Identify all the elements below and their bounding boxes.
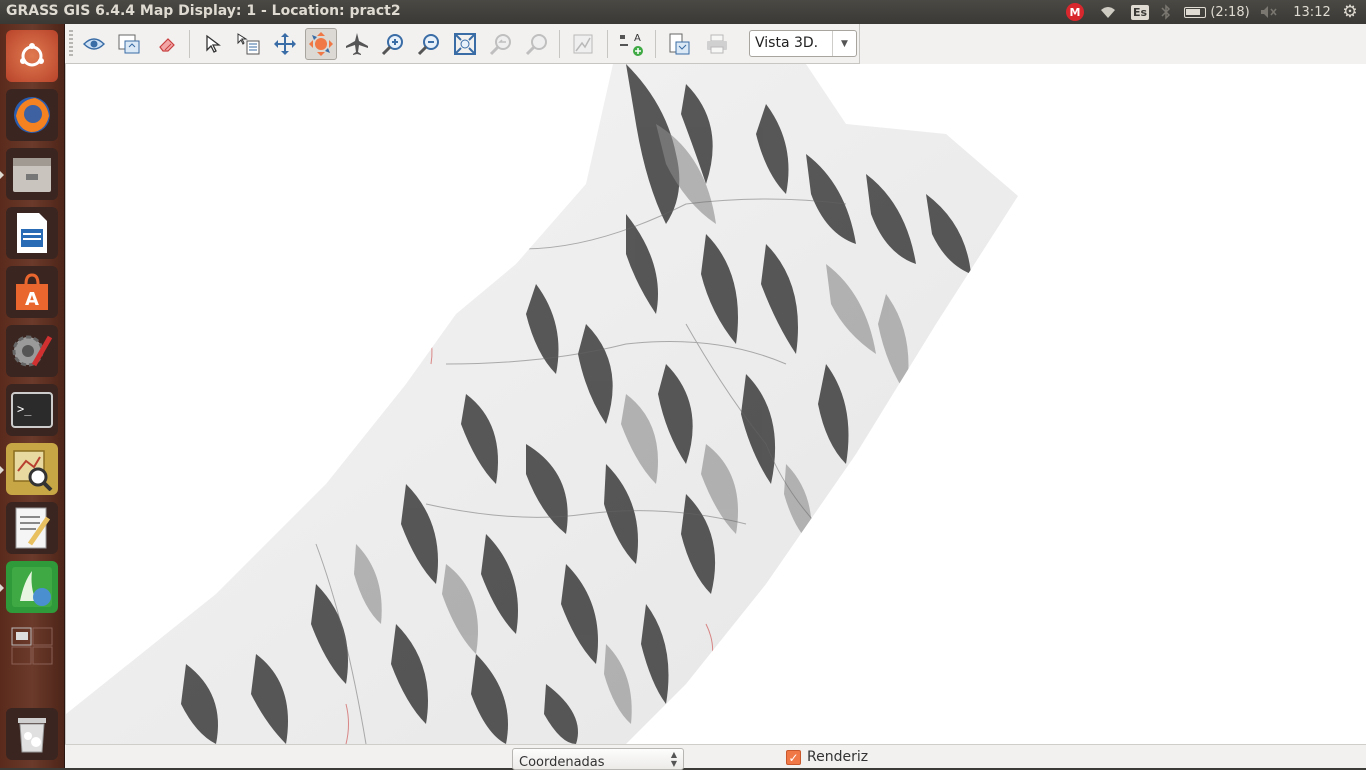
battery-indicator[interactable]: (2:18) [1182,0,1252,24]
keyboard-layout-label: Es [1130,4,1150,20]
clock[interactable]: 13:12 [1290,0,1334,24]
wifi-icon[interactable] [1096,0,1120,24]
zoom-extent-icon[interactable] [449,28,481,60]
firefox-icon[interactable] [6,89,58,141]
view-mode-select[interactable]: Vista 3D. ▼ [749,30,857,57]
session-gear-icon[interactable]: ⚙ [1340,0,1360,24]
launcher: A >_ [0,24,65,768]
zoom-out-icon[interactable] [413,28,445,60]
pan-icon[interactable] [269,28,301,60]
battery-time: (2:18) [1210,4,1250,20]
spinner-arrows-icon[interactable]: ▲ ▼ [671,750,677,768]
pointer-icon[interactable] [197,28,229,60]
rotate-3d-icon[interactable] [305,28,337,60]
render-map-icon[interactable] [113,28,145,60]
coordinates-mode-select[interactable]: Coordenadas ▲ ▼ [512,748,684,770]
toolbar-separator [559,30,560,58]
toolbar-grip[interactable] [69,30,73,58]
overlay-icon[interactable]: A [615,28,647,60]
keyboard-layout-indicator[interactable]: Es [1130,0,1150,24]
trash-icon[interactable] [6,708,58,760]
render-checkbox[interactable]: ✓ [786,750,801,765]
view-mode-value: Vista 3D. [755,35,819,51]
map-canvas[interactable] [65,64,1366,744]
toolbar-separator [655,30,656,58]
volume-muted-icon[interactable] [1258,0,1280,24]
running-indicator [0,171,4,179]
toolbar-separator [189,30,190,58]
mega-sync-icon[interactable]: M [1064,0,1086,24]
system-settings-icon[interactable] [6,325,58,377]
svg-text:>_: >_ [17,402,32,416]
software-center-icon[interactable]: A [6,266,58,318]
top-panel: GRASS GIS 6.4.4 Map Display: 1 - Locatio… [0,0,1366,24]
query-icon[interactable] [233,28,265,60]
toolbar-empty-area [860,24,1366,64]
files-icon[interactable] [6,148,58,200]
fly-through-icon[interactable] [341,28,373,60]
map-toolbar: A Vista 3D. ▼ [65,24,860,64]
status-bar: Coordenadas ▲ ▼ ✓ Renderiz [65,744,1366,770]
terminal-icon[interactable]: >_ [6,384,58,436]
toolbar-separator [607,30,608,58]
svg-text:A: A [634,33,641,44]
ubuntu-dash-icon[interactable] [6,30,58,82]
text-editor-icon[interactable] [6,502,58,554]
grass-map-display-icon[interactable] [6,443,58,495]
shaded-relief-map [66,64,1018,744]
grass-gis-icon[interactable] [6,561,58,613]
libreoffice-writer-icon[interactable] [6,207,58,259]
workspace-switcher-icon[interactable] [6,620,58,672]
bluetooth-icon[interactable] [1158,0,1174,24]
render-label: Renderiz [807,749,869,765]
window-title: GRASS GIS 6.4.4 Map Display: 1 - Locatio… [6,3,401,19]
print-icon[interactable] [701,28,733,60]
running-indicator [0,466,4,474]
battery-icon [1184,6,1207,18]
save-image-icon[interactable] [663,28,695,60]
analyze-icon[interactable] [567,28,599,60]
zoom-in-icon[interactable] [377,28,409,60]
svg-text:A: A [25,289,39,310]
chevron-down-icon[interactable]: ▼ [832,31,856,56]
zoom-menu-icon[interactable] [521,28,553,60]
display-map-icon[interactable] [78,28,110,60]
zoom-back-icon[interactable] [485,28,517,60]
running-indicator [0,584,4,592]
mega-letter: M [1066,3,1084,21]
erase-display-icon[interactable] [151,28,183,60]
